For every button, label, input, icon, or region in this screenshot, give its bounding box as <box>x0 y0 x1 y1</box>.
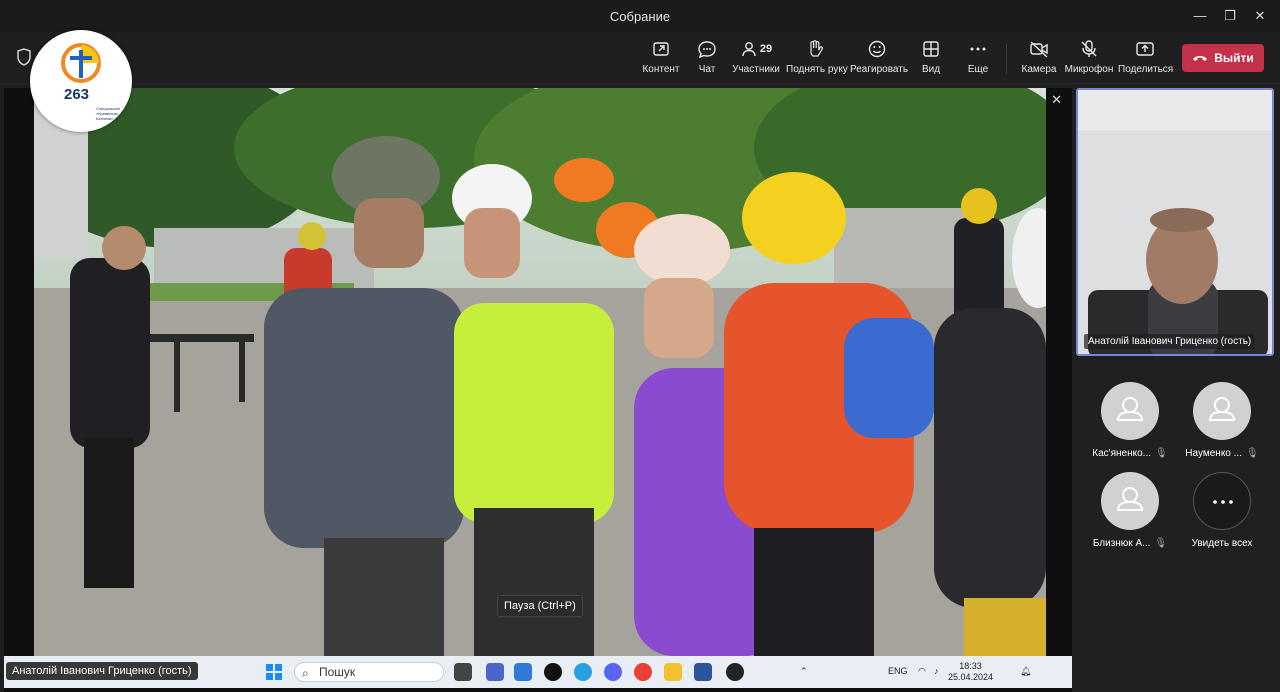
windows-start-icon[interactable] <box>266 664 282 680</box>
participants-count: 29 <box>759 43 773 55</box>
logo-mark-icon <box>61 43 101 83</box>
react-label: Реагировать <box>850 64 909 75</box>
view-button[interactable]: Вид <box>918 38 944 82</box>
camera-label: Камера <box>1021 64 1057 75</box>
mic-muted-icon: 🎙︎ <box>1154 538 1168 549</box>
content-label: Контент <box>642 64 680 75</box>
people-icon <box>742 42 756 57</box>
wifi-icon[interactable]: ◠ <box>918 666 926 677</box>
person-icon <box>1208 397 1236 421</box>
mic-muted-icon: 🎙︎ <box>1155 448 1168 459</box>
share-content-icon <box>653 42 669 56</box>
mic-muted-icon: 🎙︎ <box>1245 448 1259 459</box>
participant-video <box>1078 90 1272 354</box>
explorer-app-icon[interactable] <box>664 663 682 681</box>
chrome-app-icon[interactable] <box>634 663 652 681</box>
ellipsis-icon <box>1213 500 1233 504</box>
edge-app-icon[interactable] <box>574 663 592 681</box>
react-button[interactable]: Реагировать <box>850 38 909 82</box>
see-all-button[interactable]: Увидеть всех <box>1176 472 1268 549</box>
taskbar-search-label: Пошук <box>319 665 356 679</box>
close-stage-icon[interactable]: ✕ <box>1051 92 1062 108</box>
leave-label: Выйти <box>1214 51 1254 65</box>
window-title: Собрание <box>609 9 671 24</box>
minimize-button[interactable]: — <box>1190 6 1210 26</box>
toolbar-divider <box>1006 44 1007 74</box>
hand-icon <box>810 40 823 57</box>
more-button[interactable]: Еще <box>964 38 992 82</box>
store-app-icon[interactable] <box>514 663 532 681</box>
share-screen-icon <box>1136 42 1154 56</box>
share-label: Поделиться <box>1118 64 1174 75</box>
taskbar-search[interactable]: ⌕ Пошук <box>294 662 444 682</box>
organization-logo: 263 Спеціальний «Кревельно Безпеки» <box>30 30 132 132</box>
leave-button[interactable]: Выйти <box>1182 44 1264 72</box>
participant-tile[interactable]: Кас'яненко... 🎙︎ <box>1084 382 1176 459</box>
tiktok-app-icon[interactable] <box>544 663 562 681</box>
video-frame <box>34 88 1046 656</box>
person-icon <box>1116 397 1144 421</box>
clock-date: 25.04.2024 <box>948 672 994 682</box>
participants-panel: Анатолій Іванович Гриценко (гость) Кас'я… <box>1072 84 1280 692</box>
participant-name: Науменко ... <box>1185 448 1242 459</box>
participant-tile[interactable]: Близнюк А... 🎙︎ <box>1084 472 1176 549</box>
title-bar: Собрание — ❐ ✕ <box>0 0 1280 32</box>
camera-off-icon <box>1030 41 1048 58</box>
avatar <box>1193 382 1251 440</box>
participant-name: Близнюк А... <box>1092 538 1151 549</box>
grid-icon <box>923 41 939 57</box>
maximize-button[interactable]: ❐ <box>1220 6 1240 26</box>
ellipsis-icon <box>970 47 986 51</box>
volume-icon[interactable]: ♪ <box>934 666 939 676</box>
avatar <box>1101 472 1159 530</box>
see-all-label: Увидеть всех <box>1191 538 1253 549</box>
more-participants-avatar <box>1193 472 1251 530</box>
person-icon <box>1116 487 1144 511</box>
pinned-participant-name: Анатолій Іванович Гриценко (гость) <box>1084 334 1256 349</box>
microphone-button[interactable]: Микрофон <box>1064 38 1114 82</box>
participants-button[interactable]: 29 Участники <box>732 38 780 82</box>
mic-off-icon <box>1081 40 1097 57</box>
meeting-toolbar: Контент Чат 29 Участники Поднять руку Ре… <box>0 32 1280 84</box>
content-button[interactable]: Контент <box>642 38 680 82</box>
hangup-icon <box>1193 56 1208 61</box>
discord-app-icon[interactable] <box>604 663 622 681</box>
pause-tooltip: Пауза (Ctrl+P) <box>497 595 583 617</box>
shared-video <box>34 88 1046 656</box>
raise-hand-label: Поднять руку <box>786 64 848 75</box>
shield-icon <box>17 48 31 66</box>
logo-subtitle: Спеціальний «Кревельно Безпеки» <box>96 106 120 121</box>
participant-tile[interactable]: Науменко ... 🎙︎ <box>1176 382 1268 459</box>
notification-bell-icon[interactable]: 🔔︎ <box>1020 666 1031 677</box>
chat-label: Чат <box>698 64 716 75</box>
language-indicator[interactable]: ENG <box>888 666 908 676</box>
share-button[interactable]: Поделиться <box>1118 38 1174 82</box>
smiley-icon <box>868 40 886 58</box>
chat-icon <box>698 41 716 59</box>
shared-screen: ✕ Пауза (Ctrl+P) ⌕ Пошук ⌃ ENG ◠ ♪ 18:33… <box>4 88 1072 692</box>
chat-button[interactable]: Чат <box>694 38 720 82</box>
pinned-video-tile[interactable]: Анатолій Іванович Гриценко (гость) <box>1076 88 1274 356</box>
clock-time: 18:33 <box>959 661 982 671</box>
tray-chevron-icon[interactable]: ⌃ <box>800 666 808 677</box>
camera-button[interactable]: Камера <box>1020 38 1058 82</box>
player-app-icon[interactable] <box>726 663 744 681</box>
word-app-icon[interactable] <box>694 663 712 681</box>
taskbar-clock[interactable]: 18:33 25.04.2024 <box>948 661 993 683</box>
microphone-label: Микрофон <box>1064 64 1114 75</box>
close-button[interactable]: ✕ <box>1250 6 1270 26</box>
participant-name: Кас'яненко... <box>1092 448 1151 459</box>
teams-app-icon[interactable] <box>486 663 504 681</box>
avatar <box>1101 382 1159 440</box>
search-icon: ⌕ <box>302 666 309 680</box>
raise-hand-button[interactable]: Поднять руку <box>786 38 848 82</box>
participants-label: Участники <box>732 64 780 75</box>
task-view-icon[interactable] <box>454 663 472 681</box>
logo-number: 263 <box>64 86 90 103</box>
presenter-name-tag: Анатолій Іванович Гриценко (гость) <box>6 662 198 680</box>
view-label: Вид <box>921 64 941 75</box>
more-label: Еще <box>967 64 989 75</box>
